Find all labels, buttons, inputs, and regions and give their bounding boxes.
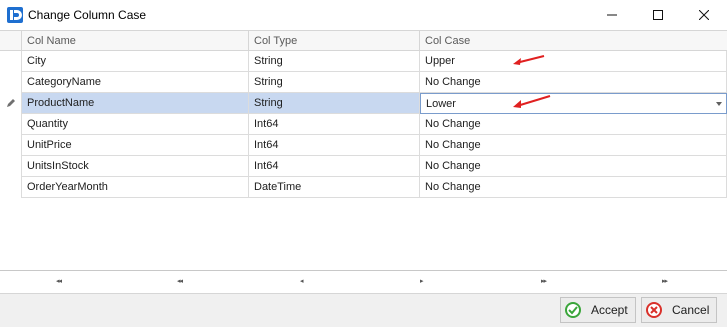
close-button[interactable] — [681, 0, 727, 30]
accept-label: Accept — [591, 303, 628, 317]
col-type-cell[interactable]: Int64 — [249, 156, 420, 177]
col-name-cell[interactable]: Quantity — [22, 114, 249, 135]
previous-record-button[interactable]: ◂ — [300, 276, 303, 288]
first-record-button[interactable]: ◂◂ — [56, 276, 62, 288]
annotation-arrow-icon — [513, 95, 551, 108]
minimize-button[interactable] — [589, 0, 635, 30]
row-indicator — [0, 177, 22, 198]
grid-header: Col Name Col Type Col Case — [0, 30, 727, 51]
check-icon — [565, 302, 581, 318]
table-row[interactable]: Quantity Int64 No Change — [0, 114, 727, 135]
previous-page-button[interactable]: ◂◂ — [177, 276, 183, 288]
title-bar: Change Column Case — [0, 0, 727, 30]
maximize-icon — [653, 10, 663, 20]
col-type-cell[interactable]: String — [249, 93, 420, 114]
header-col-name[interactable]: Col Name — [22, 31, 249, 51]
header-col-type[interactable]: Col Type — [249, 31, 420, 51]
cancel-label: Cancel — [672, 303, 710, 317]
cancel-icon — [646, 302, 662, 318]
minimize-icon — [607, 14, 617, 16]
col-case-cell[interactable]: Upper — [420, 51, 727, 72]
row-indicator — [0, 156, 22, 177]
col-type-cell[interactable]: DateTime — [249, 177, 420, 198]
col-name-cell[interactable]: UnitPrice — [22, 135, 249, 156]
col-name-cell[interactable]: CategoryName — [22, 72, 249, 93]
row-indicator — [0, 51, 22, 72]
col-case-cell[interactable]: No Change — [420, 156, 727, 177]
table-row[interactable]: OrderYearMonth DateTime No Change — [0, 177, 727, 198]
col-type-cell[interactable]: Int64 — [249, 114, 420, 135]
maximize-button[interactable] — [635, 0, 681, 30]
header-col-case[interactable]: Col Case — [420, 31, 727, 51]
col-case-cell[interactable]: No Change — [420, 177, 727, 198]
columns-grid[interactable]: Col Name Col Type Col Case City String U… — [0, 30, 727, 270]
col-name-cell[interactable]: OrderYearMonth — [22, 177, 249, 198]
col-case-cell[interactable]: No Change — [420, 135, 727, 156]
col-case-cell[interactable]: No Change — [420, 114, 727, 135]
pencil-icon — [7, 99, 15, 107]
grid-navigator: ◂◂ ◂◂ ◂ ▸ ▸▸ ▸▸ — [0, 270, 727, 294]
table-row-selected[interactable]: ProductName String Lower — [0, 93, 727, 114]
row-indicator — [0, 135, 22, 156]
col-type-cell[interactable]: Int64 — [249, 135, 420, 156]
col-name-cell[interactable]: City — [22, 51, 249, 72]
annotation-arrow-icon — [513, 55, 545, 65]
table-row[interactable]: UnitsInStock Int64 No Change — [0, 156, 727, 177]
dialog-footer: Accept Cancel — [0, 294, 727, 327]
next-record-button[interactable]: ▸ — [420, 276, 423, 288]
col-type-cell[interactable]: String — [249, 51, 420, 72]
window-title: Change Column Case — [28, 8, 147, 22]
row-indicator — [0, 93, 22, 114]
row-indicator — [0, 114, 22, 135]
next-page-button[interactable]: ▸▸ — [541, 276, 547, 288]
col-name-cell[interactable]: ProductName — [22, 93, 249, 114]
col-name-cell[interactable]: UnitsInStock — [22, 156, 249, 177]
accept-button[interactable]: Accept — [560, 297, 636, 323]
col-case-cell[interactable]: No Change — [420, 72, 727, 93]
last-record-button[interactable]: ▸▸ — [662, 276, 668, 288]
close-icon — [699, 10, 709, 20]
col-case-value: Lower — [426, 98, 456, 110]
row-indicator-header — [0, 31, 22, 51]
table-row[interactable]: City String Upper — [0, 51, 727, 72]
app-logo-icon — [7, 7, 23, 23]
col-case-dropdown[interactable]: Lower — [420, 93, 727, 114]
cancel-button[interactable]: Cancel — [641, 297, 717, 323]
table-row[interactable]: CategoryName String No Change — [0, 72, 727, 93]
table-row[interactable]: UnitPrice Int64 No Change — [0, 135, 727, 156]
col-type-cell[interactable]: String — [249, 72, 420, 93]
row-indicator — [0, 72, 22, 93]
chevron-down-icon[interactable] — [716, 102, 722, 106]
